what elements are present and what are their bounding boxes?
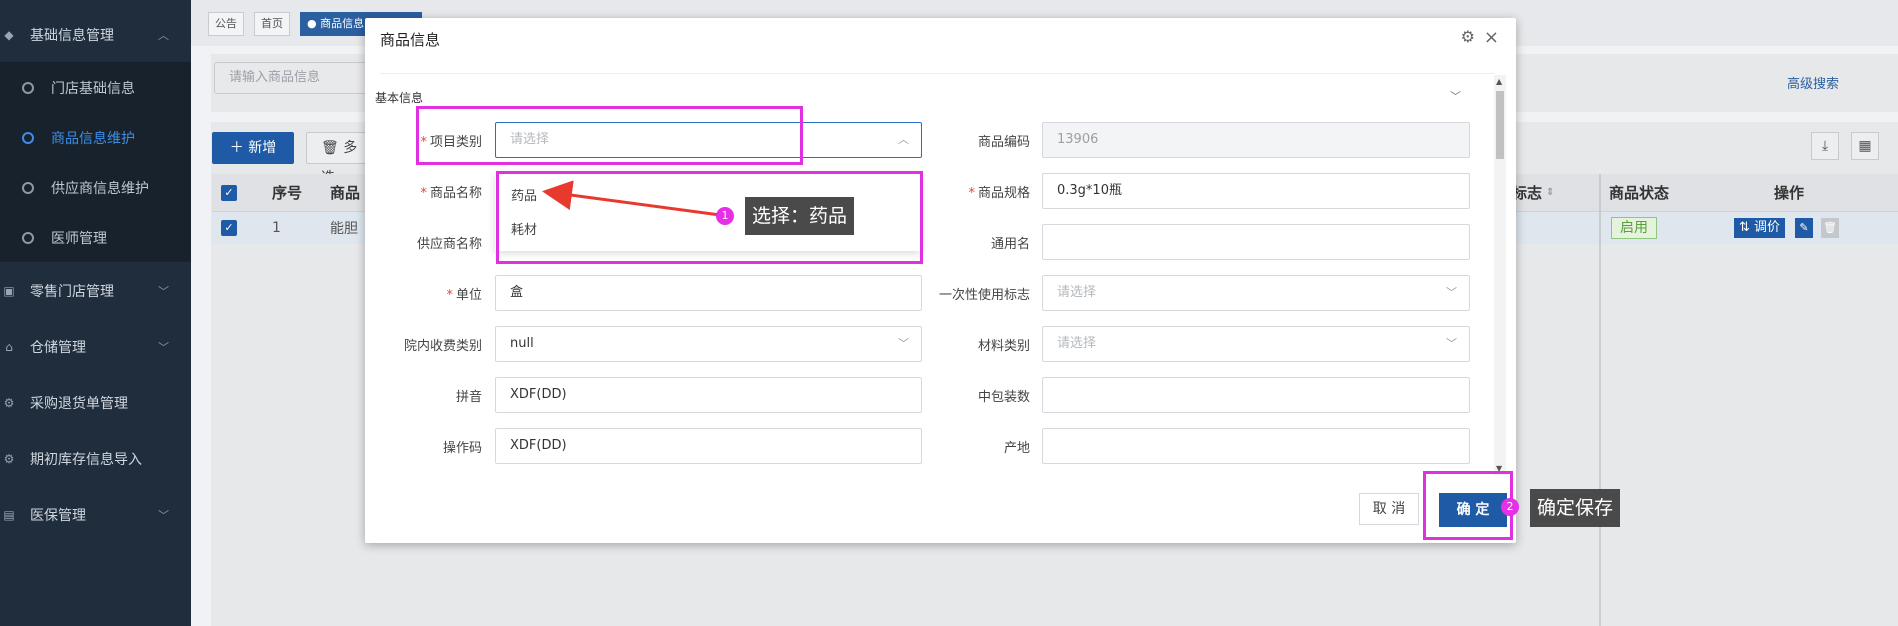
annotation-callout: 选择：药品 <box>745 197 855 235</box>
annotation-callout: 确定保存 <box>1530 489 1621 527</box>
arrow-annotation <box>542 180 721 217</box>
annotation-badge: 2 <box>1501 498 1519 516</box>
annotation-badge: 1 <box>716 207 734 225</box>
